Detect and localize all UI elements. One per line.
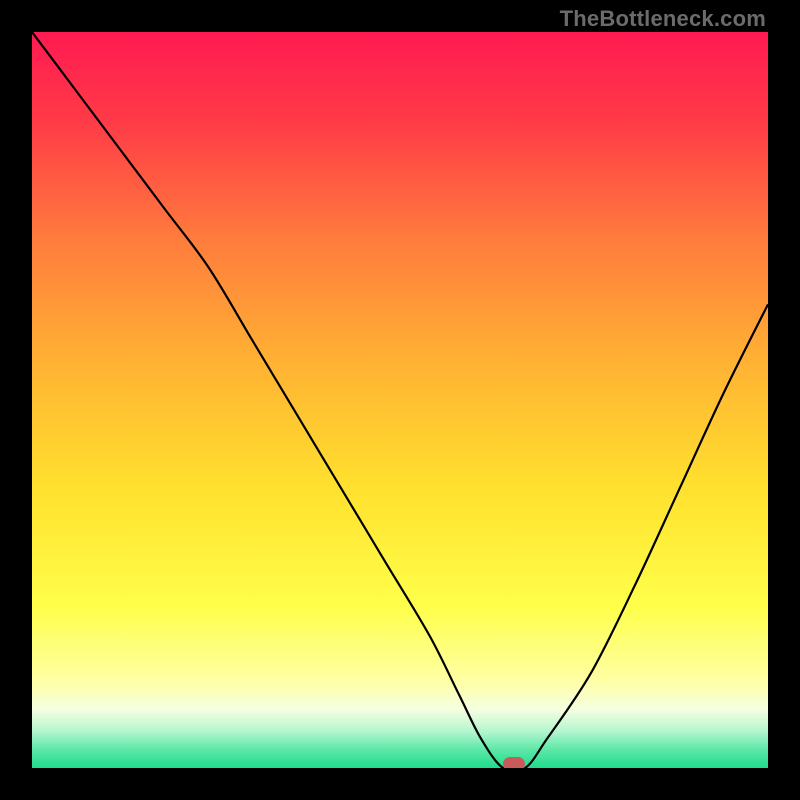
optimal-point-marker xyxy=(503,757,525,768)
watermark-label: TheBottleneck.com xyxy=(560,6,766,32)
chart-stage: TheBottleneck.com xyxy=(0,0,800,800)
bottleneck-curve xyxy=(32,32,768,768)
plot-area xyxy=(32,32,768,768)
